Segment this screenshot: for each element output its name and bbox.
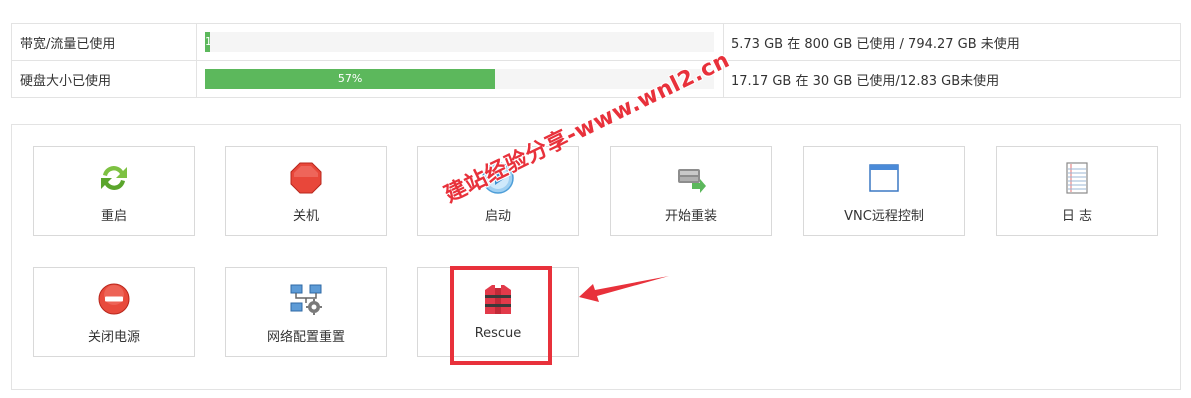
bandwidth-row: 带宽/流量已使用 1% 5.73 GB 在 800 GB 已使用 / 794.2… xyxy=(11,23,1181,61)
rescue-button[interactable]: Rescue xyxy=(417,267,579,357)
pointer-arrow-icon xyxy=(579,276,669,302)
log-icon xyxy=(1066,162,1088,194)
bandwidth-label: 带宽/流量已使用 xyxy=(11,23,197,61)
restart-icon xyxy=(101,166,127,190)
reinstall-icon xyxy=(678,169,706,193)
network-reset-icon xyxy=(290,284,322,315)
restart-button[interactable]: 重启 xyxy=(33,146,195,236)
network-reset-button[interactable]: 网络配置重置 xyxy=(225,267,387,357)
disk-progress-bar: 57% xyxy=(205,69,496,89)
shutdown-icon xyxy=(290,162,322,194)
life-vest-icon xyxy=(485,285,511,314)
network-reset-label: 网络配置重置 xyxy=(266,330,345,345)
rescue-label: Rescue xyxy=(474,326,522,341)
vnc-window-icon xyxy=(869,164,899,192)
power-off-icon xyxy=(98,283,130,315)
reinstall-button[interactable]: 开始重装 xyxy=(610,146,772,236)
shutdown-label: 关机 xyxy=(292,209,319,224)
power-off-label: 关闭电源 xyxy=(87,330,140,345)
vnc-button[interactable]: VNC远程控制 xyxy=(803,146,965,236)
bandwidth-progress-track: 1% xyxy=(205,32,714,52)
disk-info: 17.17 GB 在 30 GB 已使用/12.83 GB未使用 xyxy=(723,60,1181,98)
restart-label: 重启 xyxy=(100,209,127,224)
vnc-label: VNC远程控制 xyxy=(844,209,924,224)
bandwidth-info: 5.73 GB 在 800 GB 已使用 / 794.27 GB 未使用 xyxy=(723,23,1181,61)
log-button[interactable]: 日 志 xyxy=(996,146,1158,236)
disk-label: 硬盘大小已使用 xyxy=(11,60,197,98)
reinstall-label: 开始重装 xyxy=(664,209,717,224)
power-off-button[interactable]: 关闭电源 xyxy=(33,267,195,357)
actions-panel: 重启 关机 启动 开始重装 VNC远程控制 日 志 关闭电源 网络配置重置 Re… xyxy=(11,124,1181,390)
usage-table: 带宽/流量已使用 1% 5.73 GB 在 800 GB 已使用 / 794.2… xyxy=(11,23,1181,98)
boot-label: 启动 xyxy=(484,209,511,224)
bandwidth-progress-bar: 1% xyxy=(205,32,211,52)
disk-row: 硬盘大小已使用 57% 17.17 GB 在 30 GB 已使用/12.83 G… xyxy=(11,60,1181,98)
log-label: 日 志 xyxy=(1061,209,1093,224)
shutdown-button[interactable]: 关机 xyxy=(225,146,387,236)
